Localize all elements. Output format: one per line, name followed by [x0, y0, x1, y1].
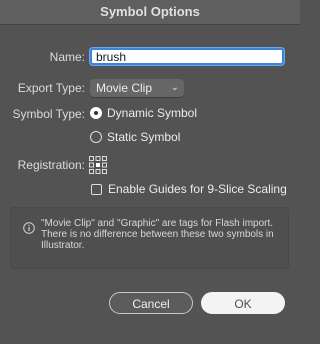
enable-guides-checkbox-row[interactable]: Enable Guides for 9-Slice Scaling	[91, 182, 287, 196]
radio-selected-icon[interactable]	[90, 107, 102, 119]
registration-grid-icon[interactable]	[89, 156, 107, 174]
export-type-label: Export Type:	[17, 81, 85, 95]
radio-static-label: Static Symbol	[107, 130, 181, 144]
symbol-type-label: Symbol Type:	[12, 107, 85, 121]
enable-guides-label: Enable Guides for 9-Slice Scaling	[108, 182, 287, 196]
ok-button[interactable]: OK	[201, 292, 285, 314]
radio-dynamic-label: Dynamic Symbol	[107, 106, 198, 120]
info-icon	[23, 222, 35, 234]
registration-label: Registration:	[17, 158, 85, 172]
info-box: "Movie Clip" and "Graphic" are tags for …	[10, 207, 289, 269]
export-type-value: Movie Clip	[96, 81, 153, 95]
symbol-options-dialog: Symbol Options Name: Export Type: Movie …	[0, 0, 300, 344]
name-label: Name:	[49, 50, 85, 64]
enable-guides-checkbox[interactable]	[91, 183, 102, 195]
info-text: "Movie Clip" and "Graphic" are tags for …	[41, 218, 274, 251]
cancel-button[interactable]: Cancel	[109, 292, 193, 314]
name-input[interactable]	[90, 48, 284, 65]
radio-dynamic-symbol[interactable]: Dynamic Symbol	[90, 106, 197, 120]
radio-unselected-icon[interactable]	[90, 131, 102, 143]
chevron-down-icon: ⌄	[170, 82, 179, 93]
dialog-title: Symbol Options	[0, 0, 300, 25]
radio-static-symbol[interactable]: Static Symbol	[90, 130, 180, 144]
export-type-select[interactable]: Movie Clip ⌄	[90, 79, 184, 97]
